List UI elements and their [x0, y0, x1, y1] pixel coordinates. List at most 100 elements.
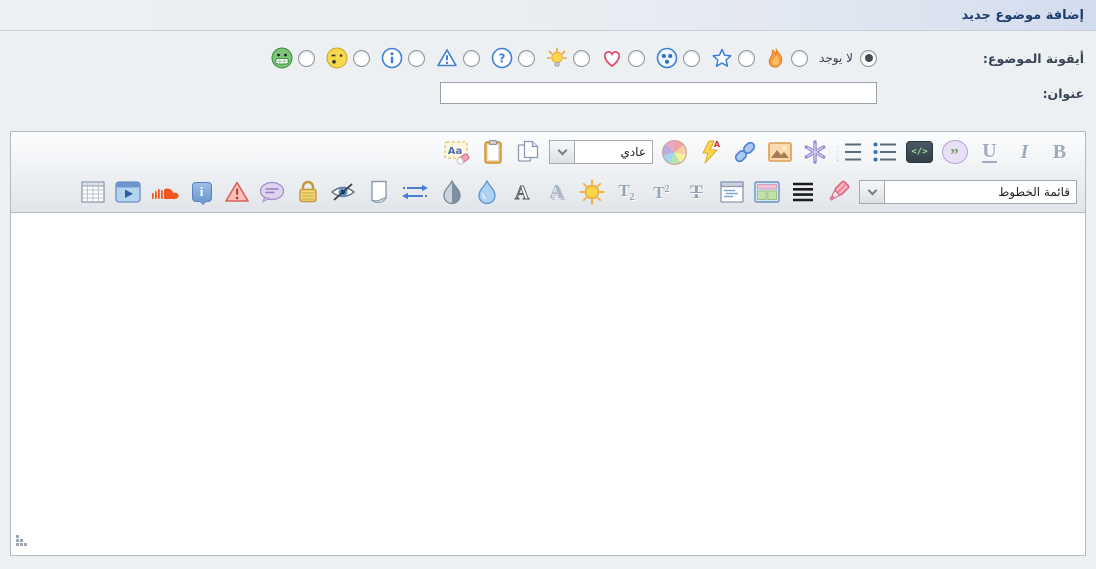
lightbulb-icon — [546, 47, 568, 69]
page-scroll-button[interactable] — [365, 177, 392, 207]
red-warning-icon — [224, 180, 250, 204]
flame-icon — [766, 47, 786, 69]
quote-button[interactable]: ” — [941, 137, 968, 167]
text-color-drop-button[interactable] — [473, 177, 500, 207]
insert-image-button[interactable] — [766, 137, 793, 167]
paste-button[interactable] — [479, 137, 506, 167]
font-family-dropdown-button[interactable] — [859, 180, 885, 204]
code-icon: </> — [906, 141, 933, 163]
star-icon — [711, 47, 733, 69]
topic-icon-radio-warning[interactable] — [463, 50, 480, 67]
svg-text:3: 3 — [837, 156, 838, 164]
columns-layout-button[interactable] — [753, 177, 781, 207]
opacity-button[interactable] — [438, 177, 465, 207]
strikethrough-button[interactable]: T — [683, 177, 710, 207]
warning-box-button[interactable] — [223, 177, 250, 207]
bidirectional-arrows-icon — [400, 180, 430, 204]
ordered-list-button[interactable]: 123 — [836, 137, 863, 167]
topic-icon-radio-star[interactable] — [738, 50, 755, 67]
shadow-letter-icon: A — [549, 182, 563, 202]
soundcloud-icon — [150, 181, 180, 203]
strikethrough-icon: T — [690, 183, 703, 202]
topic-icon-option-dots — [656, 47, 700, 69]
spoiler-button[interactable] — [329, 177, 357, 207]
glow-button[interactable] — [578, 177, 605, 207]
indent-block-icon — [719, 180, 745, 204]
topic-icon-row: أيقونة الموضوع: لا يوجد ? — [0, 41, 1096, 75]
chevron-down-icon — [557, 146, 567, 156]
sun-icon — [579, 179, 605, 205]
topic-icon-option-star — [711, 47, 755, 69]
copy-icon — [515, 139, 541, 165]
topic-icon-radio-none[interactable] — [860, 50, 877, 67]
bold-icon: B — [1053, 142, 1066, 162]
copy-button[interactable] — [514, 137, 541, 167]
clipboard-icon — [480, 139, 506, 165]
lock-icon — [296, 179, 320, 205]
highlight-button[interactable] — [824, 177, 851, 207]
lightning-icon: A — [698, 139, 722, 165]
font-color-button[interactable] — [661, 137, 688, 167]
resize-grip[interactable] — [16, 535, 30, 548]
bold-button[interactable]: B — [1046, 137, 1073, 167]
video-player-icon — [114, 180, 142, 204]
chevron-down-icon — [867, 186, 877, 196]
topic-icon-radio-flame[interactable] — [791, 50, 808, 67]
title-row: عنوان: — [0, 81, 1096, 105]
topic-icon-radio-dots[interactable] — [683, 50, 700, 67]
insert-table-button[interactable] — [79, 177, 106, 207]
font-size-select[interactable]: عادي — [549, 140, 653, 164]
indent-block-button[interactable] — [718, 177, 745, 207]
code-button[interactable]: </> — [906, 137, 933, 167]
topic-icon-radio-question[interactable] — [518, 50, 535, 67]
topic-icon-option-heart — [601, 47, 645, 69]
special-characters-button[interactable] — [801, 137, 828, 167]
soundcloud-button[interactable] — [150, 177, 180, 207]
topic-icon-radio-wink[interactable] — [353, 50, 370, 67]
remove-format-button[interactable]: Aa — [443, 137, 471, 167]
editor-body[interactable] — [10, 213, 1086, 556]
topic-icon-radio-info[interactable] — [408, 50, 425, 67]
svg-text:A: A — [713, 140, 720, 149]
font-size-dropdown-button[interactable] — [549, 140, 575, 164]
link-icon — [732, 139, 758, 165]
topic-icon-option-grin — [271, 47, 315, 69]
title-label: عنوان: — [877, 86, 1096, 101]
info-box-button[interactable]: i — [188, 177, 215, 207]
columns-layout-icon — [753, 180, 781, 204]
unordered-list-button[interactable] — [871, 137, 898, 167]
grin-smiley-icon — [271, 47, 293, 69]
justify-button[interactable] — [789, 177, 816, 207]
topic-icon-radio-heart[interactable] — [628, 50, 645, 67]
info-circle-icon — [381, 47, 403, 69]
insert-video-button[interactable] — [114, 177, 142, 207]
outline-letter-icon: A — [510, 179, 534, 205]
superscript-button[interactable]: T2 — [648, 177, 675, 207]
image-icon — [767, 139, 793, 165]
topic-icon-option-question: ? — [491, 47, 535, 69]
subscript-icon: T2 — [618, 181, 634, 203]
flash-button[interactable]: A — [696, 137, 723, 167]
question-icon: ? — [491, 47, 513, 69]
nuclear-dots-icon — [656, 47, 678, 69]
svg-text:?: ? — [499, 52, 506, 66]
text-outline-button[interactable]: A — [508, 177, 535, 207]
highlighter-icon — [825, 179, 851, 205]
unordered-list-icon — [872, 140, 898, 164]
text-direction-button[interactable] — [400, 177, 430, 207]
toolbar-row-1: B I U ” </> 123 A عادي Aa — [11, 132, 1085, 172]
toolbar-row-2: قائمة الخطوط T T2 T2 A A i — [11, 172, 1085, 212]
topic-icon-option-warning — [436, 47, 480, 69]
comment-bubble-button[interactable] — [258, 177, 286, 207]
underline-button[interactable]: U — [976, 137, 1003, 167]
lock-content-button[interactable] — [294, 177, 321, 207]
font-family-select[interactable]: قائمة الخطوط — [859, 180, 1077, 204]
justify-icon — [791, 181, 815, 203]
italic-button[interactable]: I — [1011, 137, 1038, 167]
topic-icon-radio-bulb[interactable] — [573, 50, 590, 67]
insert-link-button[interactable] — [731, 137, 758, 167]
subscript-button[interactable]: T2 — [613, 177, 640, 207]
text-shadow-button[interactable]: A — [543, 177, 570, 207]
title-input[interactable] — [440, 82, 877, 104]
topic-icon-radio-grin[interactable] — [298, 50, 315, 67]
